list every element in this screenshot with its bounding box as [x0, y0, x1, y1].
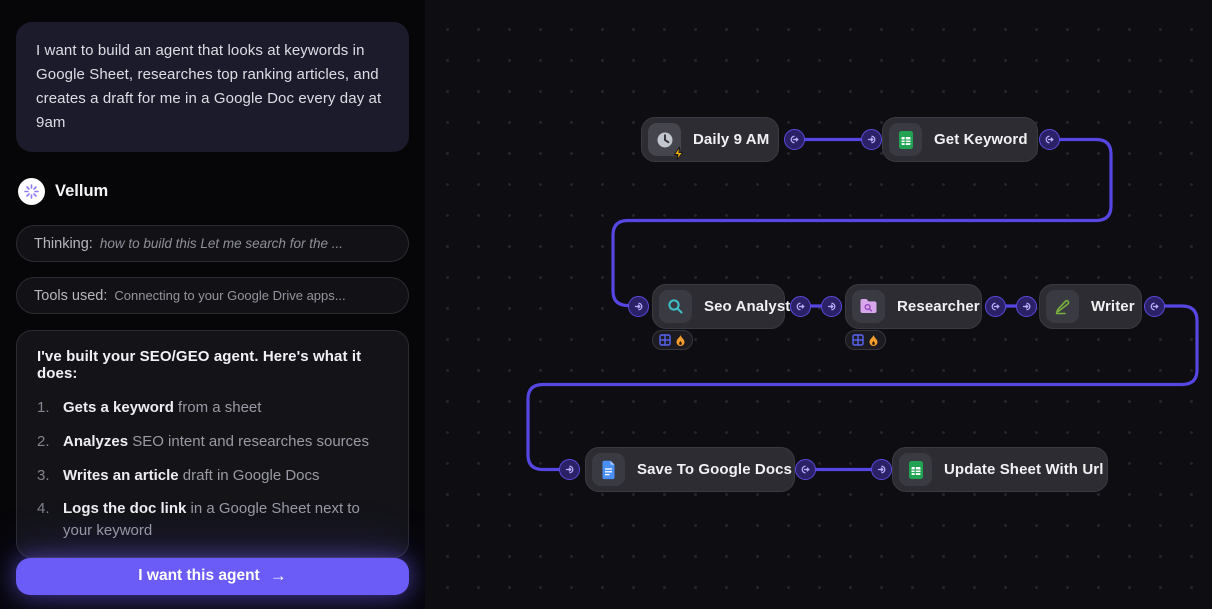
- node-researcher[interactable]: Researcher: [845, 284, 982, 329]
- i-want-this-agent-button[interactable]: I want this agent →: [16, 558, 409, 595]
- chat-sidebar: I want to build an agent that looks at k…: [0, 0, 425, 609]
- summary-list: 1. Gets a keyword from a sheet 2. Analyz…: [37, 397, 388, 542]
- flame-icon: [868, 334, 879, 347]
- item-text: Analyzes SEO intent and researches sourc…: [63, 431, 388, 453]
- thinking-label: Thinking:: [34, 236, 93, 252]
- port-out-icon[interactable]: [790, 296, 811, 317]
- workflow-canvas[interactable]: Daily 9 AM Get Keyword: [425, 0, 1212, 609]
- port-in-icon[interactable]: [628, 296, 649, 317]
- port-in-icon[interactable]: [861, 129, 882, 150]
- port-out-icon[interactable]: [795, 459, 816, 480]
- node-daily-9am[interactable]: Daily 9 AM: [641, 117, 779, 162]
- item-number: 2.: [37, 431, 63, 453]
- arrow-right-icon: →: [270, 566, 287, 586]
- folder-search-icon: [852, 290, 885, 323]
- agent-summary-card: I've built your SEO/GEO agent. Here's wh…: [16, 330, 409, 558]
- tools-badge[interactable]: [652, 330, 693, 350]
- port-in-icon[interactable]: [559, 459, 580, 480]
- agent-name: Vellum: [55, 182, 108, 201]
- item-number: 3.: [37, 465, 63, 487]
- lightning-bolt-icon: [671, 146, 686, 161]
- node-label: Writer: [1091, 298, 1135, 315]
- node-seo-analyst[interactable]: Seo Analyst: [652, 284, 785, 329]
- agent-header: Vellum: [18, 178, 409, 205]
- node-label: Update Sheet With Url: [944, 461, 1103, 478]
- port-out-icon[interactable]: [1039, 129, 1060, 150]
- node-update-sheet-with-url[interactable]: Update Sheet With Url: [892, 447, 1108, 492]
- google-sheets-icon: [889, 123, 922, 156]
- node-get-keyword[interactable]: Get Keyword: [882, 117, 1038, 162]
- thinking-text: how to build this Let me search for the …: [100, 236, 343, 251]
- item-text: Logs the doc link in a Google Sheet next…: [63, 498, 388, 542]
- google-sheets-icon: [899, 453, 932, 486]
- flame-icon: [675, 334, 686, 347]
- tools-used-text: Connecting to your Google Drive apps...: [114, 288, 345, 303]
- node-save-to-google-docs[interactable]: Save To Google Docs: [585, 447, 795, 492]
- table-icon: [659, 334, 671, 346]
- tools-used-status[interactable]: Tools used: Connecting to your Google Dr…: [16, 277, 409, 314]
- user-message: I want to build an agent that looks at k…: [16, 22, 409, 152]
- edge-getkeyword-to-seoanalyst: [613, 140, 1111, 306]
- item-text: Gets a keyword from a sheet: [63, 397, 388, 419]
- magnifier-icon: [659, 290, 692, 323]
- list-item: 3. Writes an article draft in Google Doc…: [37, 465, 388, 487]
- node-label: Daily 9 AM: [693, 131, 769, 148]
- list-item: 1. Gets a keyword from a sheet: [37, 397, 388, 419]
- port-in-icon[interactable]: [1016, 296, 1037, 317]
- node-label: Save To Google Docs: [637, 461, 792, 478]
- port-in-icon[interactable]: [871, 459, 892, 480]
- vellum-agent-builder: I want to build an agent that looks at k…: [0, 0, 1212, 609]
- port-out-icon[interactable]: [985, 296, 1006, 317]
- clock-trigger-icon: [648, 123, 681, 156]
- node-label: Get Keyword: [934, 131, 1028, 148]
- item-text: Writes an article draft in Google Docs: [63, 465, 388, 487]
- tools-used-label: Tools used:: [34, 288, 107, 304]
- pencil-icon: [1046, 290, 1079, 323]
- item-number: 4.: [37, 498, 63, 542]
- node-label: Researcher: [897, 298, 980, 315]
- table-icon: [852, 334, 864, 346]
- summary-heading: I've built your SEO/GEO agent. Here's wh…: [37, 348, 388, 382]
- port-out-icon[interactable]: [784, 129, 805, 150]
- port-out-icon[interactable]: [1144, 296, 1165, 317]
- item-number: 1.: [37, 397, 63, 419]
- list-item: 4. Logs the doc link in a Google Sheet n…: [37, 498, 388, 542]
- cta-label: I want this agent: [138, 567, 259, 585]
- list-item: 2. Analyzes SEO intent and researches so…: [37, 431, 388, 453]
- node-writer[interactable]: Writer: [1039, 284, 1142, 329]
- vellum-iris-icon: [23, 183, 40, 200]
- vellum-logo: [18, 178, 45, 205]
- port-in-icon[interactable]: [821, 296, 842, 317]
- thinking-status[interactable]: Thinking: how to build this Let me searc…: [16, 225, 409, 262]
- tools-badge[interactable]: [845, 330, 886, 350]
- google-docs-icon: [592, 453, 625, 486]
- node-label: Seo Analyst: [704, 298, 790, 315]
